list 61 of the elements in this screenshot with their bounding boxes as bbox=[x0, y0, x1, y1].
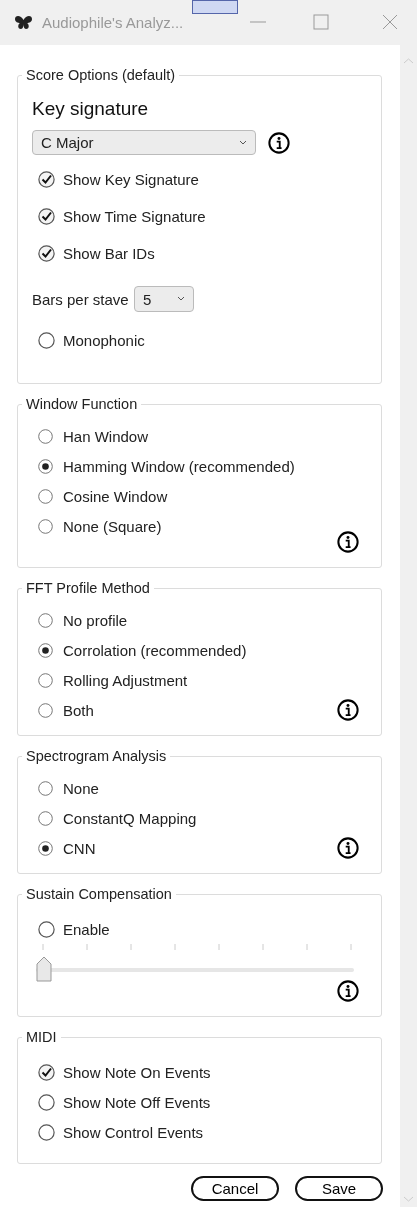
checkbox[interactable] bbox=[38, 208, 55, 225]
radio-button[interactable] bbox=[38, 840, 53, 856]
dialog-button[interactable]: Cancel bbox=[191, 1176, 279, 1201]
radio-label: None (Square) bbox=[63, 517, 162, 535]
checkbox-label: Enable bbox=[63, 920, 110, 938]
checkbox-label: Show Bar IDs bbox=[63, 245, 155, 262]
radio-label: Hamming Window (recommended) bbox=[63, 457, 295, 475]
group-title: Window Function bbox=[25, 396, 139, 412]
radio-label: Cosine Window bbox=[63, 487, 168, 505]
radio-button[interactable] bbox=[38, 458, 53, 474]
radio-label: No profile bbox=[63, 611, 128, 629]
checkbox[interactable] bbox=[38, 1123, 55, 1141]
dialog-button[interactable]: Save bbox=[295, 1176, 383, 1201]
slider-thumb[interactable] bbox=[36, 956, 52, 982]
group-title: Score Options (default) bbox=[25, 67, 177, 83]
field-label: Key signature bbox=[32, 98, 150, 120]
radio-button[interactable] bbox=[38, 810, 53, 826]
checkbox-label: Monophonic bbox=[63, 332, 145, 349]
butterfly-icon bbox=[14, 14, 33, 31]
info-icon[interactable] bbox=[337, 531, 359, 553]
caret-icon bbox=[177, 296, 185, 302]
checkbox[interactable] bbox=[38, 171, 55, 188]
checkbox[interactable] bbox=[38, 245, 55, 262]
radio-label: Corrolation (recommended) bbox=[63, 641, 247, 659]
drag-handle[interactable] bbox=[192, 0, 238, 14]
checkbox-label: Show Note Off Events bbox=[63, 1093, 211, 1111]
radio-button[interactable] bbox=[38, 612, 53, 628]
radio-button[interactable] bbox=[38, 780, 53, 796]
checkbox[interactable] bbox=[38, 920, 55, 938]
checkbox-label: Show Time Signature bbox=[63, 208, 206, 225]
radio-button[interactable] bbox=[38, 702, 53, 718]
info-icon[interactable] bbox=[268, 131, 290, 154]
radio-label: ConstantQ Mapping bbox=[63, 809, 197, 827]
key-signature-dropdown[interactable]: C Major bbox=[32, 130, 256, 155]
radio-button[interactable] bbox=[38, 488, 53, 504]
radio-button[interactable] bbox=[38, 428, 53, 444]
checkbox-label: Show Note On Events bbox=[63, 1063, 211, 1081]
group-title: FFT Profile Method bbox=[25, 580, 151, 596]
radio-button[interactable] bbox=[38, 642, 53, 658]
radio-label: CNN bbox=[63, 839, 96, 857]
caret-icon bbox=[239, 139, 247, 146]
radio-button[interactable] bbox=[38, 672, 53, 688]
group-title: Sustain Compensation bbox=[25, 886, 173, 902]
radio-label: Both bbox=[63, 701, 94, 719]
bars-dropdown[interactable]: 5 bbox=[134, 286, 194, 312]
checkbox[interactable] bbox=[38, 332, 55, 349]
checkbox-label: Show Control Events bbox=[63, 1123, 204, 1141]
radio-button[interactable] bbox=[38, 518, 53, 534]
checkbox[interactable] bbox=[38, 1093, 55, 1111]
field-label: Bars per stave bbox=[32, 290, 130, 308]
checkbox[interactable] bbox=[38, 1063, 55, 1081]
radio-label: Rolling Adjustment bbox=[63, 671, 188, 689]
radio-label: Han Window bbox=[63, 427, 149, 445]
group-title: MIDI bbox=[25, 1029, 58, 1045]
info-icon[interactable] bbox=[337, 980, 359, 1002]
radio-label: None bbox=[63, 779, 99, 797]
checkbox-label: Show Key Signature bbox=[63, 171, 199, 188]
info-icon[interactable] bbox=[337, 837, 359, 859]
group-title: Spectrogram Analysis bbox=[25, 748, 168, 764]
info-icon[interactable] bbox=[337, 699, 359, 721]
window-title: Audiophile's Analyz... bbox=[42, 14, 184, 31]
